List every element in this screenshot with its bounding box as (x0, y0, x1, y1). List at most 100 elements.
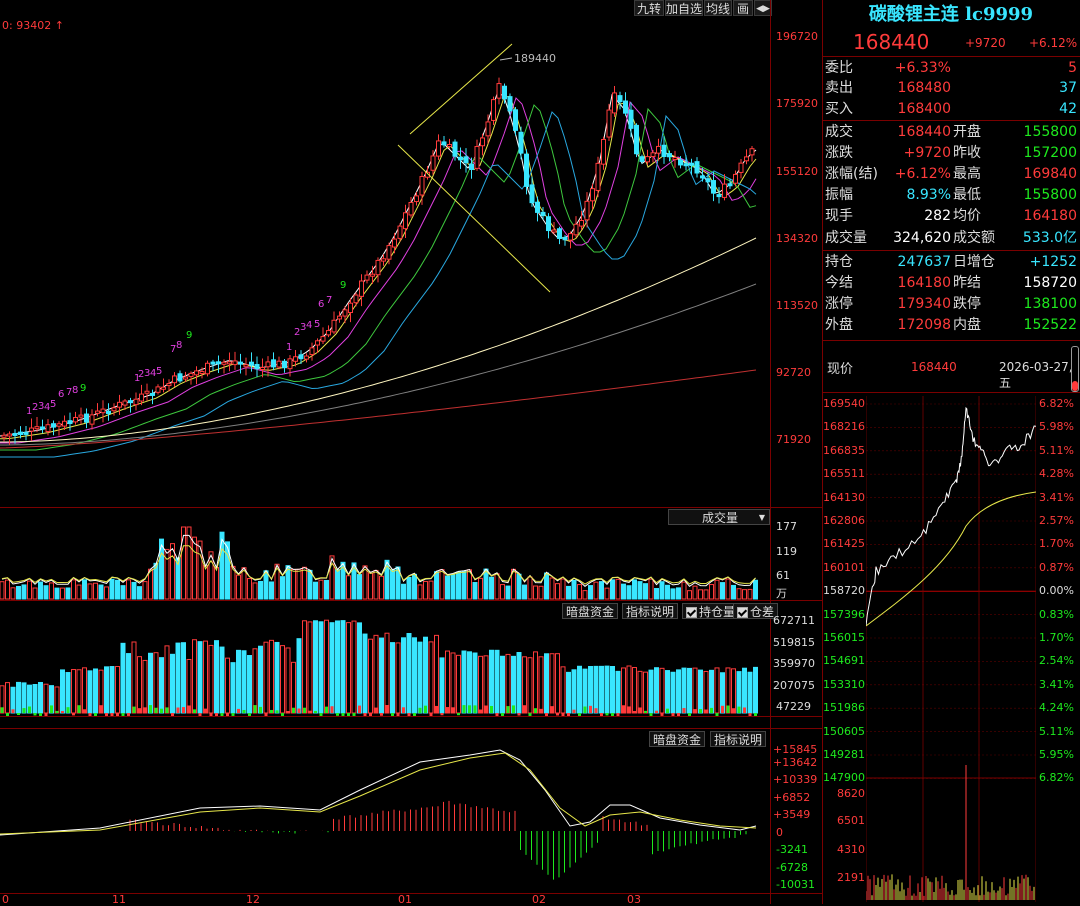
instrument-title[interactable]: 碳酸锂主连 lc9999 (823, 0, 1079, 26)
jiuzhuan-button[interactable]: 九转 (634, 0, 664, 16)
candle-body (518, 131, 524, 154)
oi-checkbox[interactable]: 持仓量 (682, 603, 740, 619)
open-interest-chart[interactable] (0, 618, 770, 716)
oi-diff-bar (385, 705, 389, 713)
intraday-pct-tick: 4.28% (1039, 467, 1074, 481)
oi-bar (384, 632, 390, 714)
candle-body (348, 302, 353, 314)
intraday-pct-tick: 1.70% (1039, 631, 1074, 644)
oi-diff-bar (479, 709, 482, 713)
indicator-help-button[interactable]: 指标说明 (622, 603, 679, 619)
nine-turn-label: 5 (314, 319, 320, 330)
oi-diff-bar (44, 713, 48, 716)
candle-body (56, 423, 62, 427)
oi-diff-bar (413, 713, 416, 716)
oi-bar (170, 653, 175, 714)
macd-chart[interactable] (0, 740, 770, 893)
oi-diff-bar (688, 713, 691, 716)
dark-pool-button[interactable]: 暗盘资金 (562, 603, 619, 619)
candle-body (243, 364, 249, 368)
candle-body (205, 362, 210, 375)
x-tick: 02 (532, 893, 546, 906)
oi-diff-bar (369, 713, 372, 716)
oi-diff-bar (655, 710, 658, 713)
oi-bar (82, 667, 87, 714)
oi-diff-bar (187, 705, 191, 713)
candle-body (612, 92, 617, 114)
checkbox-icon[interactable] (686, 607, 697, 618)
candle-body (463, 156, 469, 164)
candlestick-chart[interactable]: 189440 1 2 3 4 56 7 8 912 3 4 57 8912 3 4 56 79 (0, 20, 770, 506)
oi-diff-bar (341, 713, 345, 716)
candle-body (414, 195, 419, 203)
candle-body (386, 245, 392, 260)
candle-body (221, 361, 227, 365)
volume-bar (549, 577, 555, 600)
intraday-chart[interactable] (866, 396, 1036, 902)
oi-diff-bar (6, 713, 9, 716)
candle-body (716, 194, 722, 198)
volume-bar (417, 584, 423, 600)
oi-bar (423, 636, 428, 714)
oi-diff-bar (495, 713, 499, 716)
intraday-price-tick: 153310 (823, 677, 865, 691)
intraday-price-tick: 151986 (823, 701, 865, 715)
oi-bar (362, 633, 368, 714)
candle-body (452, 141, 458, 157)
oi-diff-bar (28, 706, 31, 713)
volume-bar (500, 584, 505, 600)
oi-bar (109, 666, 115, 714)
oi-bar (417, 641, 423, 714)
candle-body (568, 233, 573, 241)
checkbox-icon[interactable] (737, 607, 748, 618)
oi-bar (401, 637, 406, 714)
oi-bar (307, 621, 313, 714)
draw-button[interactable]: 画 (733, 0, 753, 16)
oi-bar (291, 661, 296, 714)
oi-diff-bar (330, 706, 334, 713)
candle-body (100, 408, 106, 414)
add-watchlist-button[interactable]: 加自选 (665, 0, 703, 16)
candle-body (232, 360, 238, 366)
candle-body (491, 99, 496, 121)
oi-bar (269, 639, 274, 714)
oi-bar (379, 637, 384, 714)
oi-bar (698, 669, 703, 714)
volume-bar (357, 574, 362, 600)
candle-body (73, 416, 78, 423)
candle-body (309, 347, 315, 356)
oi-bar (285, 647, 291, 714)
oi-diff-bar (160, 708, 163, 713)
oi-diff-bar (627, 706, 631, 713)
oi-diff-bar (622, 705, 625, 713)
peak-leader (499, 57, 513, 61)
candle-body (364, 274, 370, 281)
volume-bar (247, 578, 252, 600)
candle-body (634, 124, 639, 155)
oi-diff-bar (523, 705, 526, 713)
volume-bar (32, 587, 38, 600)
volume-bar (291, 568, 296, 600)
volume-bar (131, 581, 137, 600)
intraday-price-line (866, 406, 1036, 627)
oi-bar (159, 657, 164, 714)
oi-bar (709, 669, 714, 714)
candle-body (298, 354, 304, 360)
x-tick: 03 (627, 893, 641, 906)
chart-area[interactable]: 九转 加自选 均线 画 ◀▶ 0: 93402 ↑ 196720 175920 … (0, 0, 822, 906)
intraday-vol-tick: 2191 (837, 871, 865, 884)
volume-bar (725, 578, 731, 600)
oi-bar (456, 654, 461, 714)
oi-bar (313, 620, 318, 714)
ma-button[interactable]: 均线 (704, 0, 732, 16)
candle-body (166, 383, 172, 387)
candle-body (282, 360, 287, 369)
oi-diff-bar (754, 713, 757, 716)
volume-chart[interactable] (0, 520, 770, 600)
oi-diff-bar (429, 713, 433, 716)
volume-bar (60, 587, 65, 600)
diff-checkbox[interactable]: 仓差 (733, 603, 779, 619)
intraday-vol-tick: 6501 (837, 814, 865, 827)
quote-row: 现手 282 均价 164180 (823, 206, 1080, 227)
candle-body (18, 431, 23, 435)
